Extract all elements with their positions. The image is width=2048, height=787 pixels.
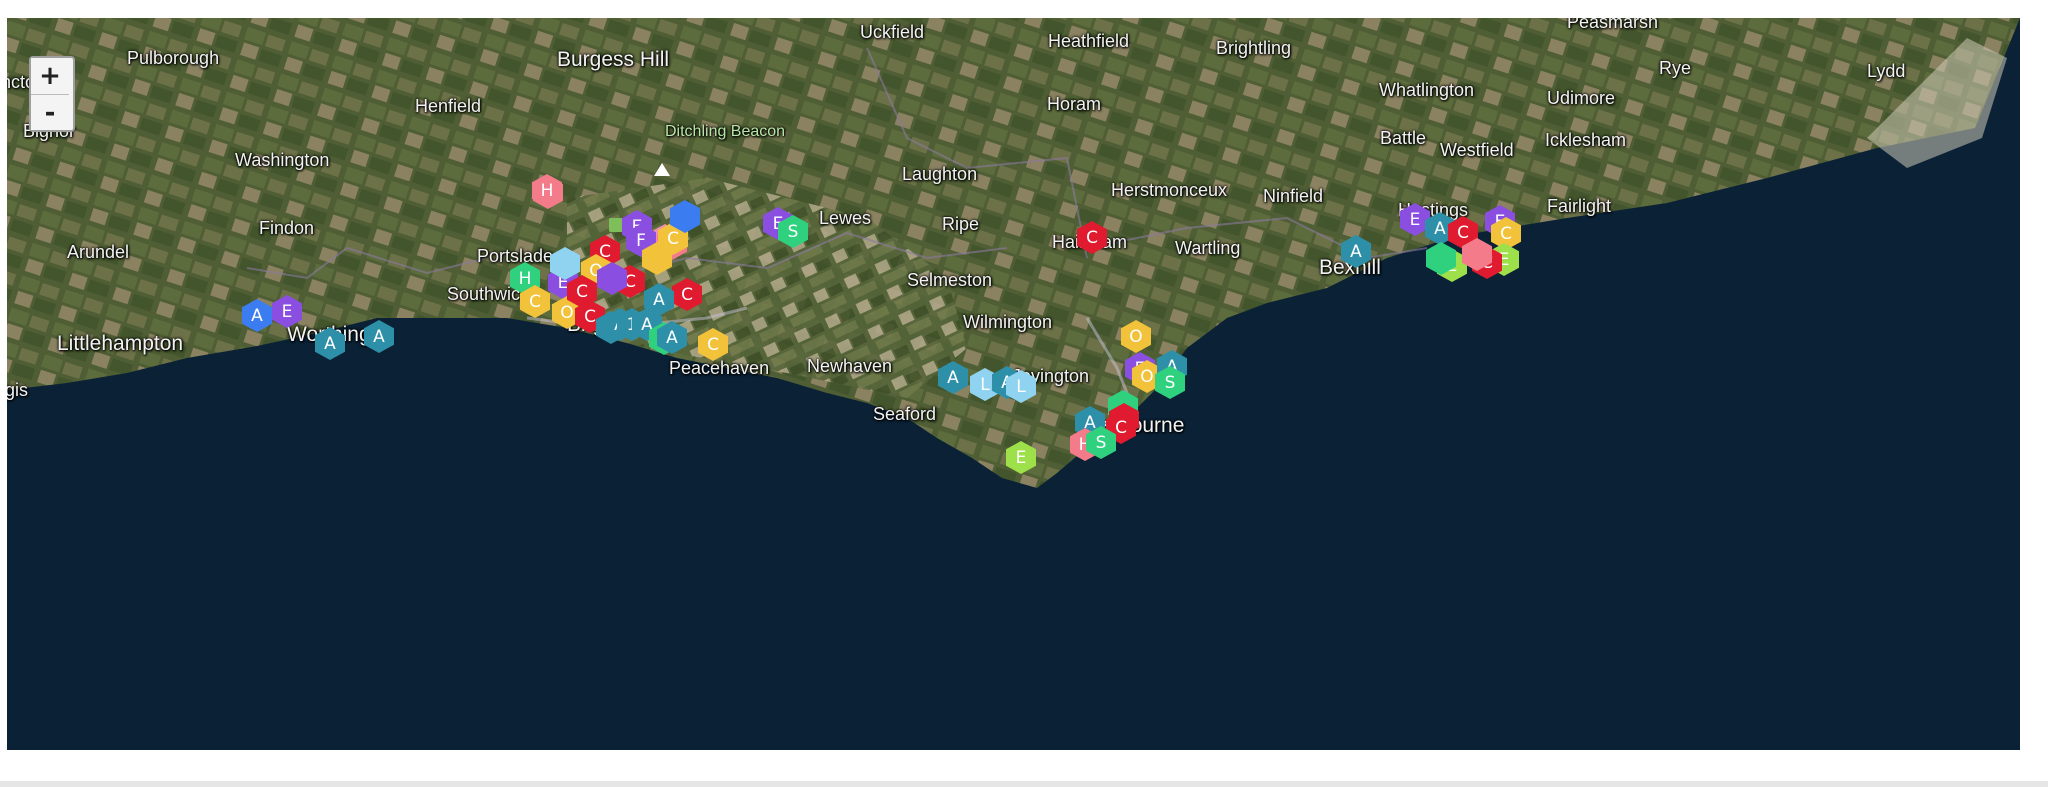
footer-strip — [0, 781, 2048, 787]
place-wartling: Wartling — [1175, 238, 1241, 258]
place-rye: Rye — [1659, 58, 1692, 78]
place-westfield: Westfield — [1440, 140, 1514, 160]
place-battle: Battle — [1380, 128, 1427, 148]
place-washington: Washington — [235, 150, 330, 170]
place-henfield: Henfield — [415, 96, 482, 116]
place-gis-partial: gis — [7, 380, 29, 400]
place-findon: Findon — [259, 218, 315, 238]
place-herstmonceux: Herstmonceux — [1111, 180, 1228, 200]
place-selmeston: Selmeston — [907, 270, 993, 290]
place-lewes: Lewes — [819, 208, 872, 228]
zoom-control: + - — [29, 56, 75, 132]
zoom-out-button[interactable]: - — [31, 94, 69, 130]
place-laughton: Laughton — [902, 164, 978, 184]
place-ninfield: Ninfield — [1263, 186, 1324, 206]
place-peasmarsh: Peasmarsh — [1567, 18, 1659, 32]
place-uckfield: Uckfield — [860, 22, 925, 42]
place-burgess-hill: Burgess Hill — [557, 48, 670, 71]
place-newhaven: Newhaven — [807, 356, 893, 376]
place-brightling: Brightling — [1216, 38, 1292, 58]
place-portslade: Portslade — [477, 246, 554, 266]
place-heathfield: Heathfield — [1048, 31, 1130, 51]
place-icklesham: Icklesham — [1545, 130, 1627, 150]
place-whatlington: Whatlington — [1379, 80, 1475, 100]
place-udimore: Udimore — [1547, 88, 1616, 108]
zoom-in-button[interactable]: + — [31, 58, 69, 94]
place-wilmington: Wilmington — [963, 312, 1053, 332]
place-pulborough: Pulborough — [127, 48, 220, 68]
map-view[interactable]: + - Uckfield Heathfield Brightling Peasm… — [7, 18, 2020, 750]
place-littlehampton: Littlehampton — [57, 332, 184, 355]
place-seaford: Seaford — [873, 404, 937, 424]
place-lydd: Lydd — [1867, 61, 1906, 81]
place-horam: Horam — [1047, 94, 1102, 114]
place-arundel: Arundel — [67, 242, 130, 262]
place-ditchling-beacon: Ditchling Beacon — [665, 123, 786, 140]
place-fairlight: Fairlight — [1547, 196, 1612, 216]
place-ripe: Ripe — [942, 214, 980, 234]
place-peacehaven: Peacehaven — [669, 358, 770, 378]
